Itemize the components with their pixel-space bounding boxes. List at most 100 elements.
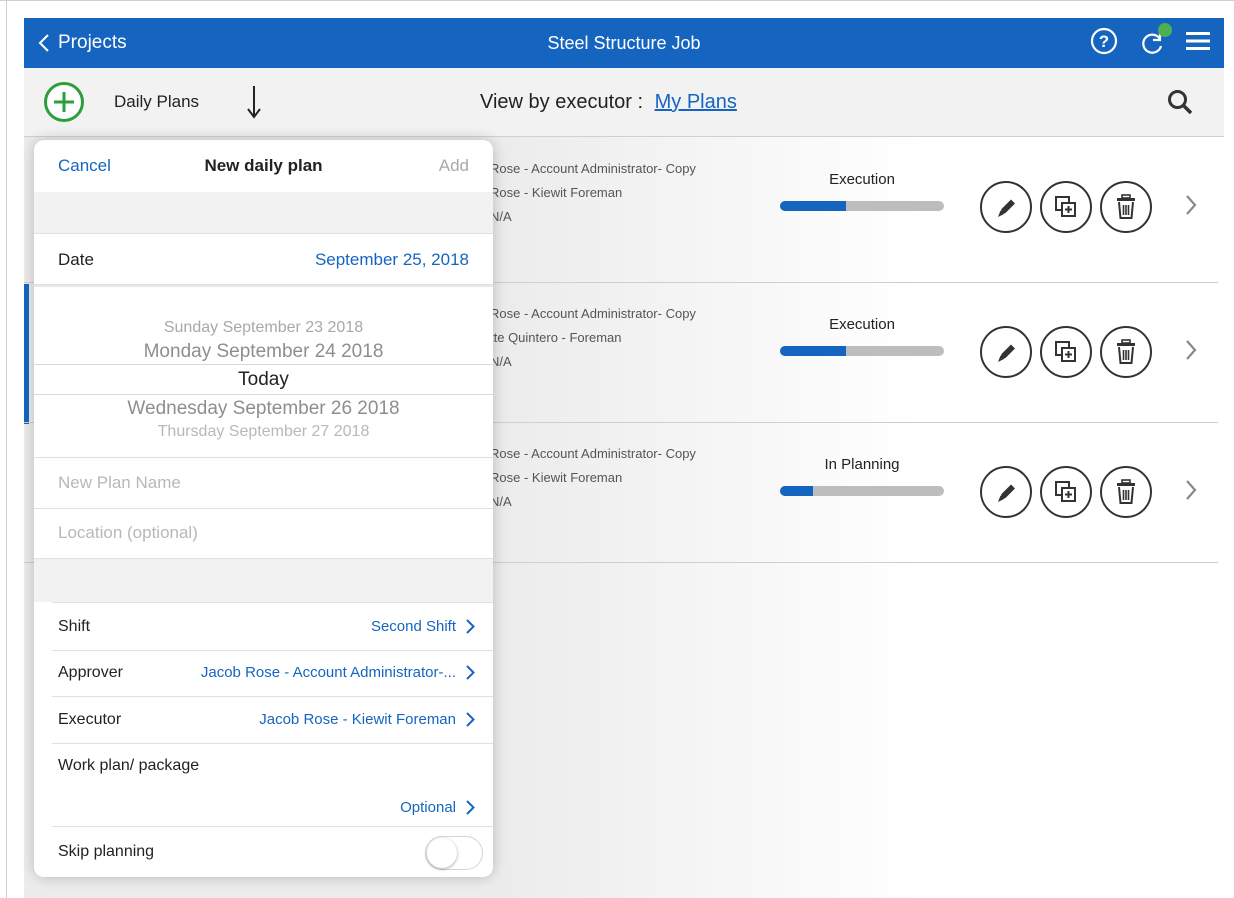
plan-progress-bar xyxy=(780,201,944,211)
chevron-right-icon xyxy=(466,619,475,634)
chevron-right-icon xyxy=(466,800,475,815)
copy-plan-button[interactable] xyxy=(1040,326,1092,378)
approver-value-text: Jacob Rose - Account Administrator-... xyxy=(200,664,456,681)
sync-button[interactable] xyxy=(1138,23,1172,57)
add-plan-button[interactable] xyxy=(44,82,84,122)
plan-meta: Rose - Account Administrator- Copy Rose … xyxy=(490,157,696,229)
delete-plan-button[interactable] xyxy=(1100,466,1152,518)
section-gap xyxy=(34,559,493,602)
view-by-label: View by executor : xyxy=(480,91,644,113)
toggle-knob xyxy=(427,838,457,868)
window-frame-top xyxy=(0,0,1234,1)
pencil-icon xyxy=(998,344,1015,362)
plan-status: Execution xyxy=(829,316,895,333)
search-icon[interactable] xyxy=(1166,88,1194,121)
skip-planning-toggle[interactable] xyxy=(425,836,483,870)
plan-progress-bar xyxy=(780,346,944,356)
chevron-right-icon[interactable] xyxy=(1184,193,1198,222)
approver-row[interactable]: Approver Jacob Rose - Account Administra… xyxy=(52,649,493,697)
plan-progress-fill xyxy=(780,486,813,496)
picker-option[interactable]: Thursday September 27 2018 xyxy=(34,423,493,441)
picker-option-faint xyxy=(34,305,493,311)
plan-status: Execution xyxy=(829,171,895,188)
trash-icon xyxy=(1117,194,1135,219)
date-picker[interactable]: Sunday September 23 2018 Monday Septembe… xyxy=(34,287,493,458)
work-plan-label: Work plan/ package xyxy=(58,757,200,774)
copy-icon xyxy=(1055,341,1076,362)
edit-plan-button[interactable] xyxy=(980,181,1032,233)
sort-down-arrow-icon[interactable] xyxy=(246,84,262,125)
copy-icon xyxy=(1055,481,1076,502)
sub-header: Daily Plans View by executor : My Plans xyxy=(24,68,1224,137)
plan-location: N/A xyxy=(490,209,512,224)
plan-progress-bar xyxy=(780,486,944,496)
plan-executor: Rose - Kiewit Foreman xyxy=(490,185,623,200)
add-button[interactable]: Add xyxy=(439,140,469,192)
executor-row[interactable]: Executor Jacob Rose - Kiewit Foreman xyxy=(52,696,493,744)
skip-planning-row: Skip planning xyxy=(52,826,493,877)
pencil-icon xyxy=(998,199,1015,217)
chevron-left-icon xyxy=(38,34,49,52)
svg-text:?: ? xyxy=(1099,32,1109,51)
shift-row[interactable]: Shift Second Shift xyxy=(52,602,493,651)
help-icon[interactable]: ? xyxy=(1090,27,1118,60)
plan-status: In Planning xyxy=(824,456,900,473)
menu-icon[interactable] xyxy=(1186,30,1210,57)
work-plan-value[interactable]: Optional xyxy=(400,799,475,816)
plan-meta: Rose - Account Administrator- Copy Rose … xyxy=(490,442,696,514)
top-bar: Projects Steel Structure Job ? xyxy=(24,18,1224,68)
delete-plan-button[interactable] xyxy=(1100,181,1152,233)
plan-progress-fill xyxy=(780,346,846,356)
edit-plan-button[interactable] xyxy=(980,326,1032,378)
edit-plan-button[interactable] xyxy=(980,466,1032,518)
copy-plan-button[interactable] xyxy=(1040,181,1092,233)
date-value: September 25, 2018 xyxy=(314,250,469,269)
plan-progress-fill xyxy=(780,201,846,211)
picker-option[interactable]: Sunday September 23 2018 xyxy=(34,319,493,337)
picker-selection-line xyxy=(34,394,493,395)
picker-selection-line xyxy=(34,364,493,365)
app-title: Steel Structure Job xyxy=(547,33,701,53)
shift-value-text: Second Shift xyxy=(370,618,456,635)
picker-option[interactable]: Monday September 24 2018 xyxy=(34,341,493,363)
delete-plan-button[interactable] xyxy=(1100,326,1152,378)
approver-label: Approver xyxy=(58,664,123,681)
shift-value[interactable]: Second Shift xyxy=(371,603,475,650)
skip-planning-label: Skip planning xyxy=(58,843,155,860)
plan-location: N/A xyxy=(490,354,512,369)
plan-meta: Rose - Account Administrator- Copy tte Q… xyxy=(490,302,696,374)
top-icons: ? xyxy=(1090,18,1210,68)
plan-actions xyxy=(980,466,1152,518)
back-button[interactable]: Projects xyxy=(38,18,127,68)
section-gap xyxy=(34,192,493,233)
cancel-button[interactable]: Cancel xyxy=(58,140,111,192)
plus-icon xyxy=(54,92,74,112)
chevron-right-icon xyxy=(466,665,475,680)
my-plans-link[interactable]: My Plans xyxy=(655,91,737,113)
plan-location: N/A xyxy=(490,494,512,509)
new-daily-plan-panel: Cancel New daily plan Add Date September… xyxy=(34,140,493,877)
trash-icon xyxy=(1117,479,1135,504)
chevron-right-icon xyxy=(466,712,475,727)
chevron-right-icon[interactable] xyxy=(1184,338,1198,367)
picker-option-selected[interactable]: Today xyxy=(34,369,493,391)
plan-actions xyxy=(980,326,1152,378)
plan-approver: Rose - Account Administrator- Copy xyxy=(490,446,696,461)
approver-value[interactable]: Jacob Rose - Account Administrator-... xyxy=(201,649,475,696)
panel-header: Cancel New daily plan Add xyxy=(34,140,493,193)
executor-value[interactable]: Jacob Rose - Kiewit Foreman xyxy=(259,696,475,743)
location-placeholder: Location (optional) xyxy=(58,523,198,542)
plan-executor: Rose - Kiewit Foreman xyxy=(490,470,623,485)
picker-option[interactable]: Wednesday September 26 2018 xyxy=(34,398,493,420)
plan-actions xyxy=(980,181,1152,233)
location-input[interactable]: Location (optional) xyxy=(34,508,493,559)
copy-icon xyxy=(1055,196,1076,217)
date-row[interactable]: Date September 25, 2018 xyxy=(34,233,493,285)
plan-name-placeholder: New Plan Name xyxy=(58,473,181,492)
plan-name-input[interactable]: New Plan Name xyxy=(34,458,493,509)
work-plan-row[interactable]: Work plan/ package Optional xyxy=(52,743,493,827)
chevron-right-icon[interactable] xyxy=(1184,478,1198,507)
copy-plan-button[interactable] xyxy=(1040,466,1092,518)
shift-label: Shift xyxy=(58,618,91,635)
date-label: Date xyxy=(58,250,94,269)
